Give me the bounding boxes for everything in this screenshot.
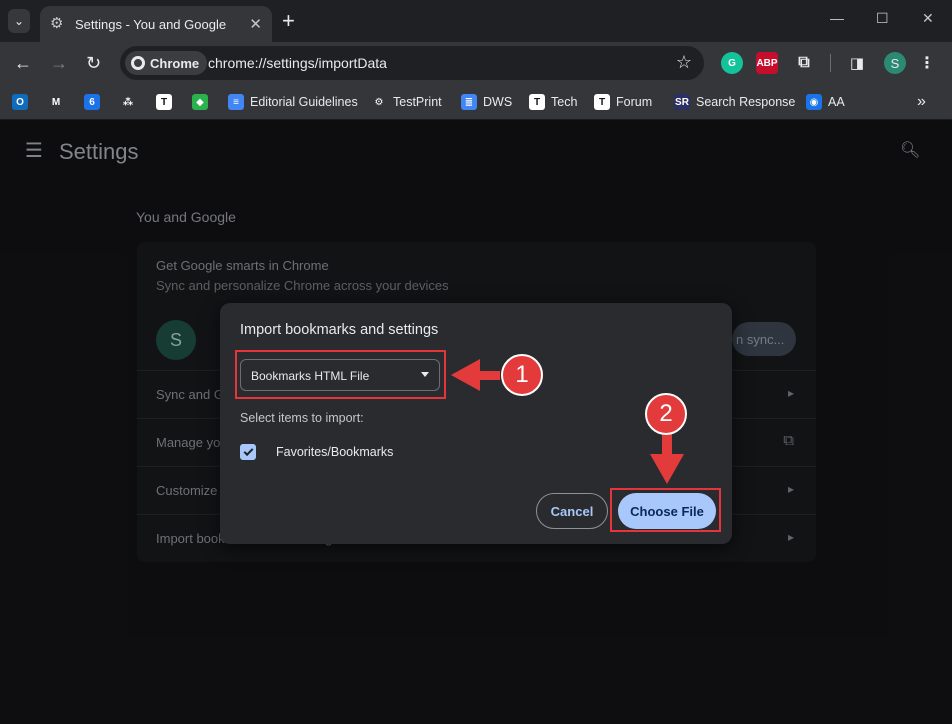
bookmark-item[interactable]: SR Search Response bbox=[674, 92, 795, 112]
tech-icon: T bbox=[529, 94, 545, 110]
forward-button[interactable]: → bbox=[50, 53, 68, 73]
checkbox-label: Favorites/Bookmarks bbox=[276, 445, 394, 459]
tab-strip: ⌄ ⚙ Settings - You and Google ✕ + — ☐ ✕ bbox=[0, 0, 952, 42]
dialog-title: Import bookmarks and settings bbox=[240, 322, 439, 338]
url-text[interactable]: chrome://settings/importData bbox=[208, 55, 387, 71]
search-response-icon: SR bbox=[674, 94, 690, 110]
grammarly-icon[interactable]: G bbox=[721, 52, 743, 74]
check-icon bbox=[243, 445, 253, 456]
close-tab-icon[interactable]: ✕ bbox=[249, 15, 262, 33]
browser-window: ⌄ ⚙ Settings - You and Google ✕ + — ☐ ✕ … bbox=[0, 0, 952, 724]
step-badge-1: 1 bbox=[501, 354, 543, 396]
chip-label: Chrome bbox=[150, 55, 200, 71]
bookmarks-overflow-button[interactable]: » bbox=[911, 92, 926, 112]
bookmark-item[interactable]: T Forum bbox=[594, 92, 652, 112]
bookmark-label: Forum bbox=[616, 95, 653, 109]
bookmark-item[interactable]: ≣ DWS bbox=[461, 92, 512, 112]
tt-icon: T bbox=[156, 94, 172, 110]
toolbar-divider bbox=[830, 54, 831, 72]
testprint-icon: ⚙ bbox=[371, 94, 387, 110]
bookmark-item[interactable]: ⁂ bbox=[120, 92, 136, 112]
site-info-chip[interactable]: Chrome bbox=[125, 51, 208, 75]
bookmark-label: Search Response bbox=[696, 95, 796, 109]
tab-search-button[interactable]: ⌄ bbox=[8, 9, 30, 33]
cancel-button[interactable]: Cancel bbox=[536, 493, 608, 529]
address-bar[interactable]: Chrome chrome://settings/importData ☆ bbox=[120, 46, 704, 80]
items-label: Select items to import: bbox=[240, 411, 364, 425]
dws-icon: ≣ bbox=[461, 94, 477, 110]
forum-icon: T bbox=[594, 94, 610, 110]
bookmark-item[interactable]: 6 bbox=[84, 92, 100, 112]
bookmark-item[interactable]: T Tech bbox=[529, 92, 577, 112]
minimize-button[interactable]: — bbox=[830, 10, 844, 26]
feedly-icon: ◆ bbox=[192, 94, 208, 110]
bookmark-item[interactable]: ◉ AA bbox=[806, 92, 845, 112]
bookmark-item[interactable]: T bbox=[156, 92, 172, 112]
close-window-button[interactable]: ✕ bbox=[922, 10, 934, 27]
aa-icon: ◉ bbox=[806, 94, 822, 110]
bookmarks-bar: » O M 6 ⁂ T ◆ ≡ Editorial Guidelines ⚙ TestPrint ≣… bbox=[0, 84, 952, 120]
asana-icon: ⁂ bbox=[120, 94, 136, 110]
step-badge-2: 2 bbox=[645, 393, 687, 435]
menu-kebab-icon[interactable]: ⋮ bbox=[916, 52, 938, 74]
highlight-box-select bbox=[235, 350, 446, 399]
tab-settings[interactable]: ⚙ Settings - You and Google ✕ bbox=[40, 6, 272, 42]
side-panel-icon[interactable]: ◨ bbox=[846, 52, 868, 74]
bookmarks-checkbox[interactable] bbox=[240, 444, 256, 460]
maximize-button[interactable]: ☐ bbox=[876, 10, 889, 27]
bookmark-label: TestPrint bbox=[393, 95, 442, 109]
bookmark-label: DWS bbox=[483, 95, 513, 109]
bookmark-item[interactable]: O bbox=[12, 92, 28, 112]
docs-icon: ≡ bbox=[228, 94, 244, 110]
bookmark-item[interactable]: M bbox=[48, 92, 64, 112]
reload-button[interactable]: ↻ bbox=[86, 53, 101, 73]
extensions-puzzle-icon[interactable]: ⧉ bbox=[793, 52, 815, 74]
adblock-plus-icon[interactable]: ABP bbox=[756, 52, 778, 74]
bookmark-item[interactable]: ◆ bbox=[192, 92, 208, 112]
bookmark-item[interactable]: ≡ Editorial Guidelines bbox=[228, 92, 358, 112]
gear-icon: ⚙ bbox=[50, 15, 64, 32]
bookmark-label: Tech bbox=[551, 95, 578, 109]
toolbar: ← → ↻ Chrome chrome://settings/importDat… bbox=[0, 42, 952, 84]
profile-avatar[interactable]: S bbox=[884, 52, 906, 74]
new-tab-button[interactable]: + bbox=[282, 9, 295, 33]
bookmark-label: AA bbox=[828, 95, 845, 109]
calendar-icon: 6 bbox=[84, 94, 100, 110]
chrome-logo-icon bbox=[131, 56, 145, 70]
bookmark-label: Editorial Guidelines bbox=[250, 95, 358, 109]
back-button[interactable]: ← bbox=[14, 53, 32, 73]
outlook-icon: O bbox=[12, 94, 28, 110]
highlight-box-choose-file bbox=[610, 488, 721, 532]
gmail-icon: M bbox=[48, 94, 64, 110]
bookmark-item[interactable]: ⚙ TestPrint bbox=[371, 92, 442, 112]
bookmark-star-icon[interactable]: ☆ bbox=[676, 52, 692, 73]
tab-title: Settings - You and Google bbox=[75, 16, 227, 32]
